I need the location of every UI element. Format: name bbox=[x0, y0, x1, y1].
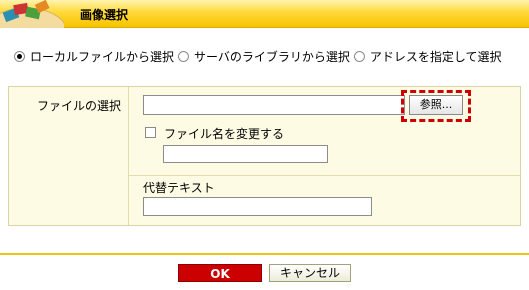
radio-server-library[interactable] bbox=[178, 50, 190, 62]
image-form-panel: ファイルの選択 参照... ファイル名を変更する 代替テキスト bbox=[8, 86, 521, 226]
alt-text-input[interactable] bbox=[143, 197, 372, 216]
browse-highlight-box bbox=[401, 90, 471, 122]
alt-text-label: 代替テキスト bbox=[143, 181, 215, 195]
cancel-button[interactable]: キャンセル bbox=[269, 264, 351, 282]
radio-address-label[interactable]: アドレスを指定して選択 bbox=[370, 48, 502, 65]
rename-checkbox-label[interactable]: ファイル名を変更する bbox=[164, 125, 284, 142]
radio-server-library-label[interactable]: サーバのライブラリから選択 bbox=[194, 48, 350, 65]
dialog-title: 画像選択 bbox=[80, 8, 129, 22]
panel-divider bbox=[128, 87, 129, 225]
rename-input[interactable] bbox=[163, 145, 328, 163]
file-path-input[interactable] bbox=[143, 95, 405, 115]
title-bar: 画像選択 bbox=[0, 0, 529, 28]
footer-divider bbox=[0, 253, 529, 255]
panel-separator bbox=[129, 175, 521, 176]
file-select-label: ファイルの選択 bbox=[37, 99, 122, 113]
rename-checkbox[interactable] bbox=[145, 127, 156, 138]
radio-address[interactable] bbox=[353, 50, 365, 62]
ok-button[interactable]: OK bbox=[178, 264, 262, 282]
source-option-group: ローカルファイルから選択 サーバのライブラリから選択 アドレスを指定して選択 bbox=[14, 48, 506, 64]
books-logo-icon bbox=[0, 0, 64, 28]
radio-local-file[interactable] bbox=[14, 50, 25, 62]
radio-local-file-label[interactable]: ローカルファイルから選択 bbox=[30, 48, 174, 65]
